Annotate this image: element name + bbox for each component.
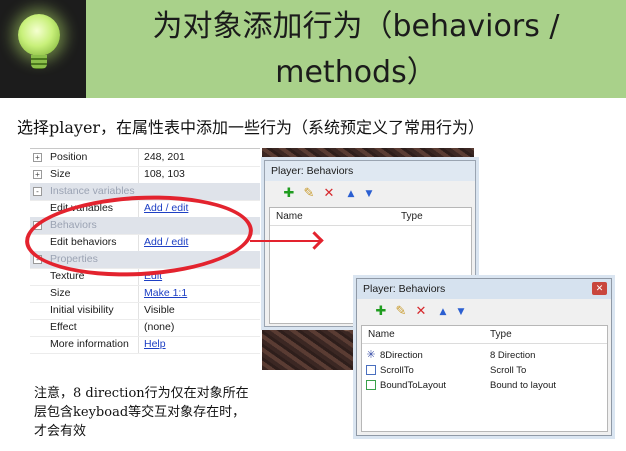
- behavior-name: 8Direction: [380, 350, 423, 361]
- list-item[interactable]: BoundToLayout Bound to layout: [362, 378, 607, 393]
- expand-icon[interactable]: +: [33, 153, 42, 162]
- column-name-header[interactable]: Name: [368, 326, 395, 343]
- list-header: Name Type: [270, 208, 471, 226]
- slide-subtitle: 选择player，在属性表中添加一些行为（系统预定义了常用行为）: [17, 118, 485, 137]
- property-key: Initial visibility: [50, 304, 114, 316]
- delete-icon[interactable]: ✕: [413, 303, 429, 321]
- property-row[interactable]: Effect (none): [30, 319, 260, 337]
- property-row[interactable]: + Size 108, 103: [30, 166, 260, 184]
- behavior-name: BoundToLayout: [380, 380, 447, 391]
- property-row[interactable]: Size Make 1:1: [30, 285, 260, 303]
- note-text: 注意，8 direction行为仅在对象所在 层包含keyboad等交互对象存在…: [34, 384, 334, 441]
- eight-direction-icon: ✳: [366, 349, 376, 361]
- slide-title: 为对象添加行为（behaviors / methods）: [86, 4, 626, 96]
- slide-title-line1: 为对象添加行为（behaviors /: [152, 9, 560, 44]
- edit-icon[interactable]: ✎: [301, 185, 317, 203]
- property-link[interactable]: Help: [144, 336, 166, 353]
- list-header: Name Type: [362, 326, 607, 344]
- behaviors-list[interactable]: Name Type ✳ 8Direction 8 Direction Scrol…: [361, 325, 608, 432]
- property-value: 248, 201: [144, 151, 185, 163]
- list-item[interactable]: ScrollTo Scroll To: [362, 363, 607, 378]
- list-item[interactable]: ✳ 8Direction 8 Direction: [362, 348, 607, 363]
- move-up-icon[interactable]: ▲: [343, 185, 359, 203]
- property-row[interactable]: + Position 248, 201: [30, 149, 260, 167]
- dialog-title: Player: Behaviors: [265, 161, 475, 181]
- property-key: Size: [50, 168, 71, 180]
- close-icon[interactable]: ✕: [592, 282, 607, 295]
- dialog-title: Player: Behaviors: [357, 279, 611, 299]
- add-icon[interactable]: ✚: [373, 303, 389, 321]
- collapse-icon[interactable]: -: [33, 187, 42, 196]
- property-row[interactable]: More information Help: [30, 336, 260, 354]
- note-line3: 才会有效: [34, 424, 87, 439]
- property-value: Visible: [144, 304, 175, 316]
- expand-icon[interactable]: +: [33, 170, 42, 179]
- property-key: Size: [50, 287, 71, 299]
- behavior-type: Scroll To: [490, 365, 527, 376]
- scroll-to-icon: [366, 365, 376, 375]
- move-down-icon[interactable]: ▼: [453, 303, 469, 321]
- column-name-header[interactable]: Name: [276, 208, 303, 225]
- behavior-type: 8 Direction: [490, 350, 536, 361]
- slide-title-line2: methods）: [275, 55, 437, 90]
- bulb-base: [31, 55, 47, 69]
- move-down-icon[interactable]: ▼: [361, 185, 377, 203]
- note-line2: 层包含keyboad等交互对象存在时，: [34, 405, 246, 420]
- property-value: 108, 103: [144, 168, 185, 180]
- property-key: Effect: [50, 321, 77, 333]
- column-type-header[interactable]: Type: [490, 326, 512, 343]
- lightbulb-icon: [0, 0, 86, 98]
- property-link[interactable]: Make 1:1: [144, 285, 187, 302]
- note-line1: 注意，8 direction行为仅在对象所在: [34, 386, 249, 401]
- behavior-type: Bound to layout: [490, 380, 557, 391]
- delete-icon[interactable]: ✕: [321, 185, 337, 203]
- bulb-glow: [18, 14, 60, 56]
- edit-icon[interactable]: ✎: [393, 303, 409, 321]
- column-type-header[interactable]: Type: [401, 208, 423, 225]
- behaviors-dialog-filled: Player: Behaviors ✕ ✚ ✎ ✕ ▲ ▼ Name Type …: [356, 278, 612, 436]
- add-icon[interactable]: ✚: [281, 185, 297, 203]
- property-value: (none): [144, 321, 175, 333]
- bound-to-layout-icon: [366, 380, 376, 390]
- property-row[interactable]: Initial visibility Visible: [30, 302, 260, 320]
- property-key: Position: [50, 151, 88, 163]
- move-up-icon[interactable]: ▲: [435, 303, 451, 321]
- behavior-name: ScrollTo: [380, 365, 414, 376]
- property-key: More information: [50, 338, 129, 350]
